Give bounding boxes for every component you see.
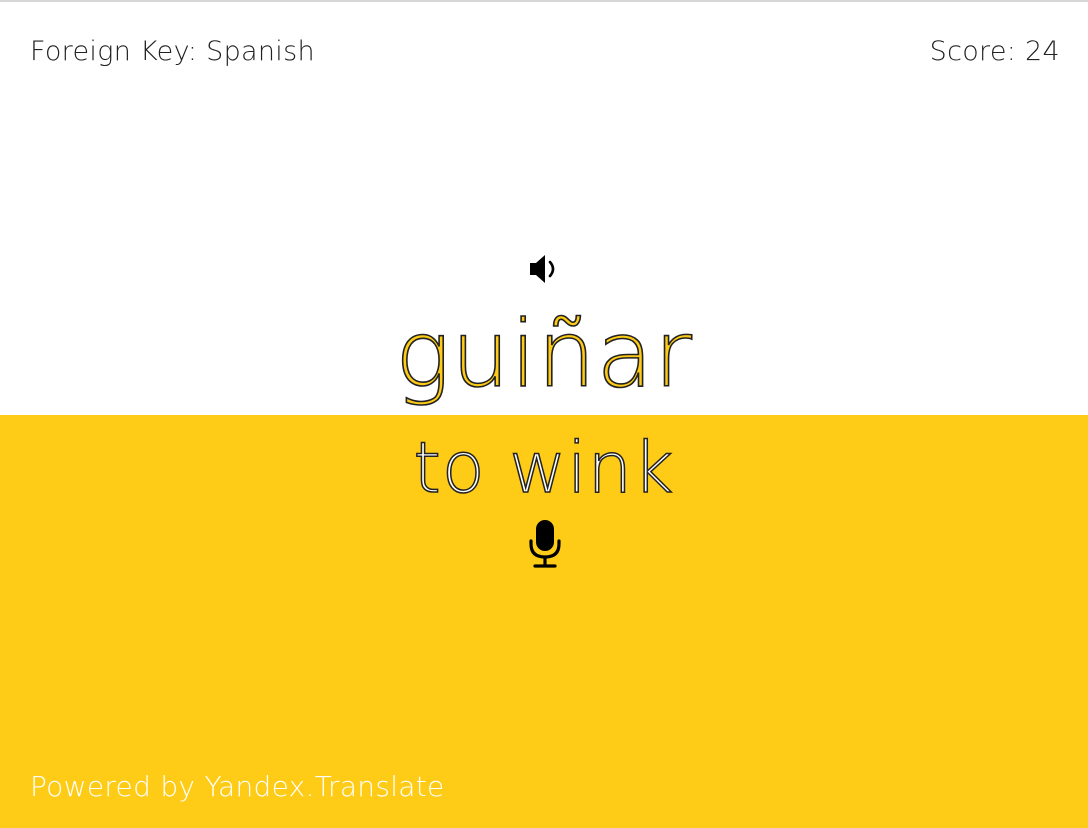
flashcard-page: Foreign Key: Spanish Score: 24 guiñar to… — [0, 0, 1088, 828]
microphone-icon[interactable] — [527, 519, 563, 569]
language-label: Foreign Key: Spanish — [30, 36, 315, 67]
score-label: Score: 24 — [929, 36, 1060, 67]
speaker-icon[interactable] — [528, 253, 562, 285]
foreign-word: guiñar — [394, 300, 693, 409]
native-word: to wink — [413, 426, 675, 510]
powered-by-link[interactable]: Powered by Yandex.Translate — [30, 770, 445, 803]
